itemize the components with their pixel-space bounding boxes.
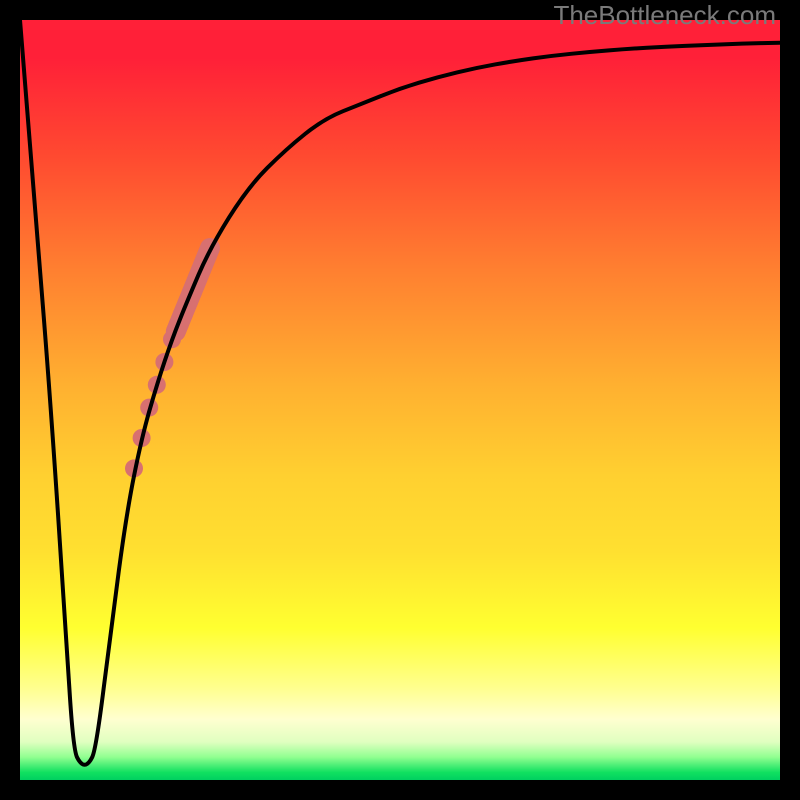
- plot-area: [20, 20, 780, 780]
- bottleneck-curve: [20, 20, 780, 765]
- attribution-text: TheBottleneck.com: [553, 0, 776, 31]
- chart-svg: [20, 20, 780, 780]
- highlight-points: [125, 238, 220, 477]
- chart-frame: TheBottleneck.com: [0, 0, 800, 800]
